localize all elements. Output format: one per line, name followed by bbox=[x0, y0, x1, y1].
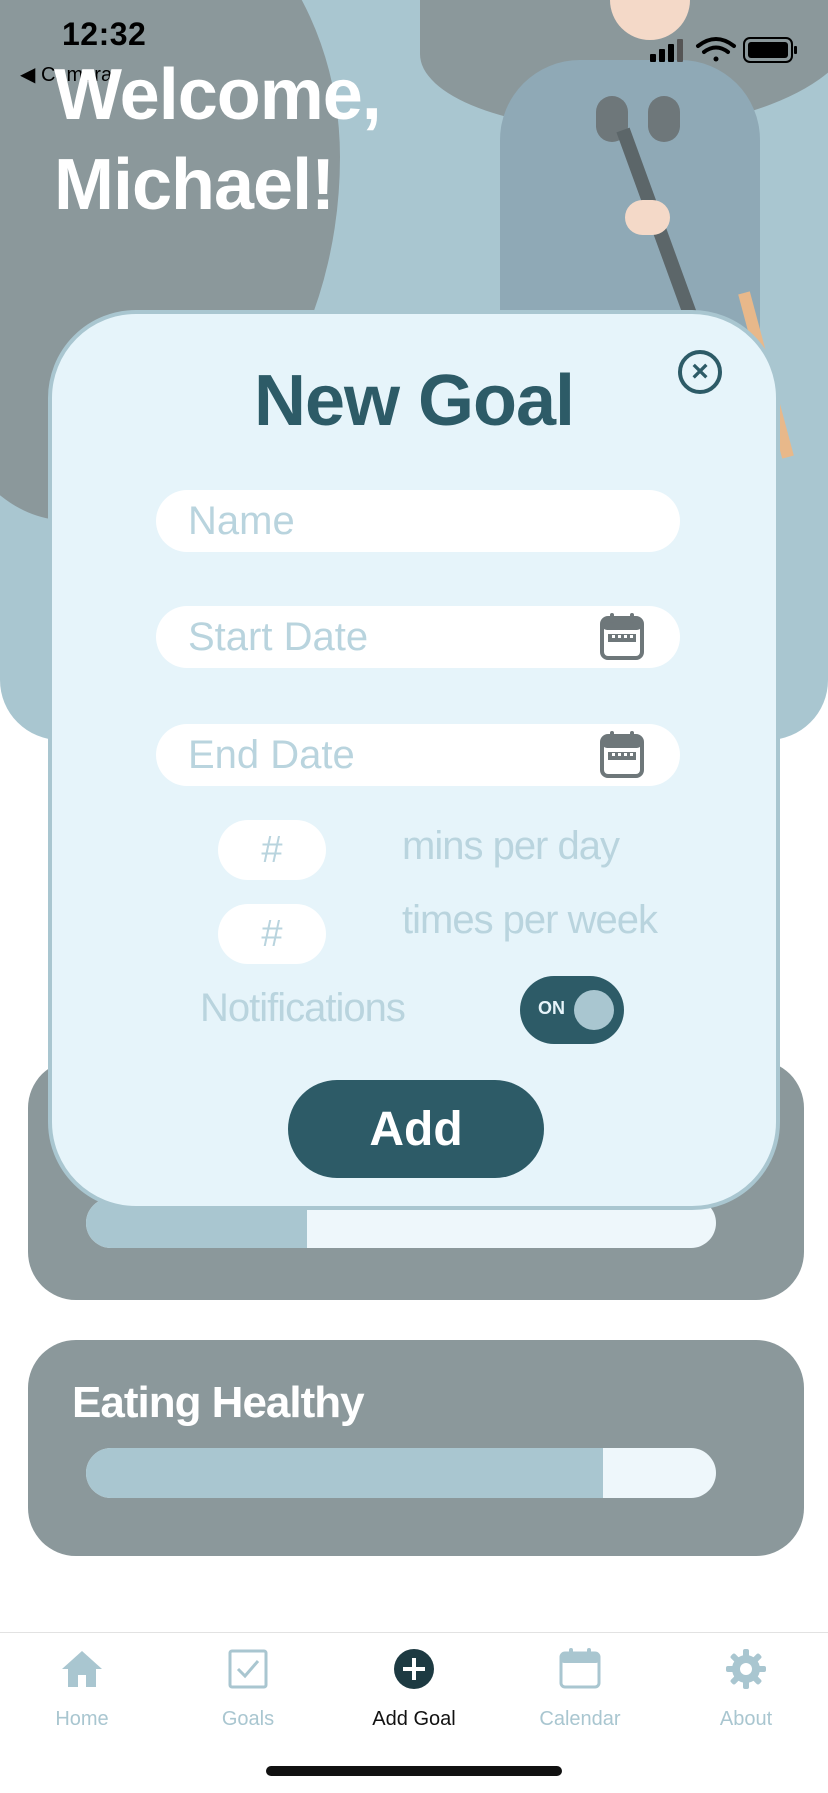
times-per-week-input[interactable]: # bbox=[218, 904, 326, 964]
tab-calendar-label: Calendar bbox=[539, 1708, 621, 1730]
signal-icon bbox=[650, 39, 683, 62]
welcome-line-1: Welcome, bbox=[54, 55, 382, 135]
mins-per-day-input[interactable]: # bbox=[218, 820, 326, 880]
illustration-headphone bbox=[648, 96, 680, 142]
checkbox-icon bbox=[228, 1649, 268, 1689]
status-icons bbox=[650, 37, 797, 63]
start-date-placeholder: Start Date bbox=[188, 614, 369, 659]
toggle-knob bbox=[574, 990, 614, 1030]
tab-add-goal[interactable]: Add Goal bbox=[344, 1647, 484, 1731]
goal-progress-bar bbox=[86, 1448, 716, 1498]
tab-about-label: About bbox=[719, 1708, 773, 1730]
wifi-icon bbox=[696, 37, 736, 62]
status-time: 12:32 bbox=[62, 16, 147, 52]
tab-goals-label: Goals bbox=[221, 1708, 275, 1730]
goal-card[interactable]: Eating Healthy bbox=[28, 1340, 804, 1556]
tab-goals[interactable]: Goals bbox=[178, 1647, 318, 1731]
add-goal-submit-button[interactable]: Add bbox=[288, 1080, 544, 1178]
close-icon[interactable]: × bbox=[678, 350, 722, 394]
welcome-line-2: Michael! bbox=[54, 145, 335, 225]
start-date-input[interactable]: Start Date bbox=[156, 606, 680, 668]
calendar-icon[interactable] bbox=[600, 612, 644, 660]
mins-per-day-label: mins per day bbox=[402, 824, 620, 868]
plus-circle-icon bbox=[394, 1649, 434, 1689]
tab-home-label: Home bbox=[55, 1708, 109, 1730]
notifications-toggle[interactable]: ON bbox=[520, 976, 624, 1044]
illustration-person-hand bbox=[625, 200, 670, 235]
end-date-placeholder: End Date bbox=[188, 732, 355, 777]
tab-calendar[interactable]: Calendar bbox=[510, 1647, 650, 1731]
tab-add-goal-label: Add Goal bbox=[372, 1708, 456, 1730]
gear-icon bbox=[726, 1649, 766, 1689]
welcome-heading: Welcome, Michael! bbox=[54, 50, 382, 230]
end-date-input[interactable]: End Date bbox=[156, 724, 680, 786]
notifications-label: Notifications bbox=[200, 986, 406, 1030]
modal-title: New Goal bbox=[253, 361, 575, 441]
name-placeholder: Name bbox=[188, 498, 295, 543]
home-indicator bbox=[266, 1766, 562, 1776]
calendar-icon bbox=[559, 1648, 601, 1689]
goal-progress-fill bbox=[86, 1448, 603, 1498]
name-input[interactable]: Name bbox=[156, 490, 680, 552]
battery-icon bbox=[743, 37, 797, 63]
toggle-state-label: ON bbox=[538, 998, 565, 1018]
tab-home[interactable]: Home bbox=[12, 1647, 152, 1731]
tab-about[interactable]: About bbox=[676, 1647, 816, 1731]
goal-card-title: Eating Healthy bbox=[72, 1378, 365, 1427]
new-goal-modal: New Goal × Name Start Date End Date # mi… bbox=[48, 310, 780, 1210]
home-icon bbox=[62, 1651, 102, 1687]
times-per-week-label: times per week bbox=[402, 898, 658, 942]
calendar-icon[interactable] bbox=[600, 730, 644, 778]
